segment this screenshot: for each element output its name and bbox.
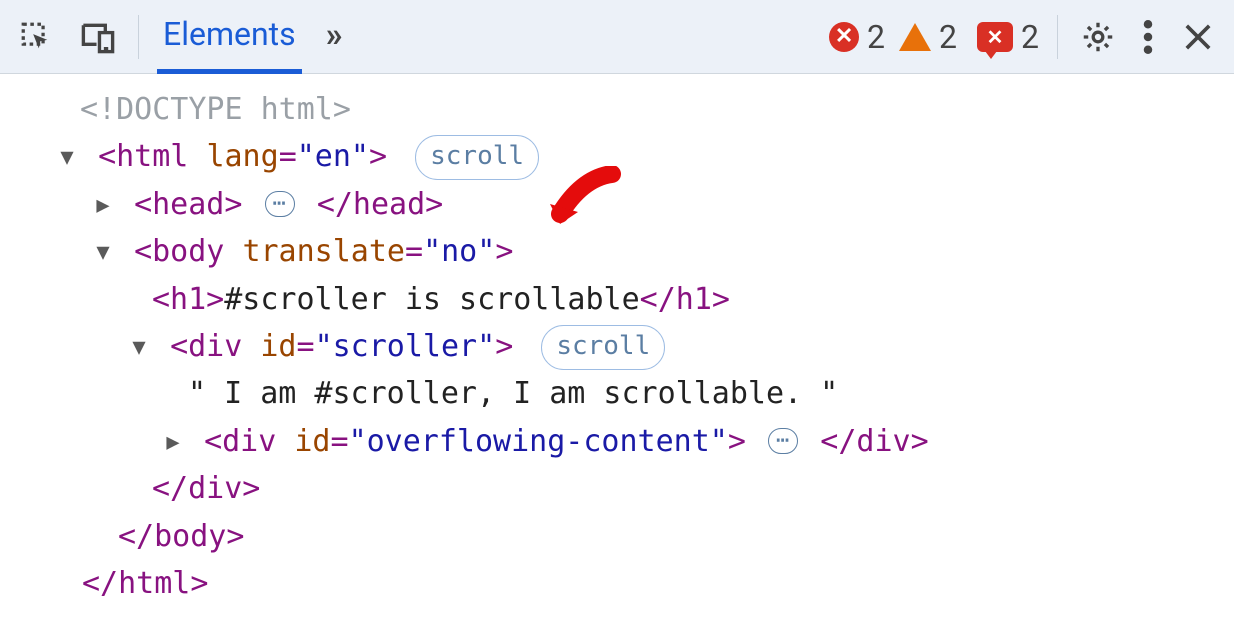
dom-line-head[interactable]: ▶ <head> ⋯ </head> xyxy=(10,181,1224,228)
disclosure-expanded-icon[interactable]: ▼ xyxy=(54,141,80,176)
dom-line-body-close[interactable]: </body> xyxy=(10,513,1224,560)
dom-line-text-node[interactable]: " I am #scroller, I am scrollable. " xyxy=(10,370,1224,417)
settings-button[interactable] xyxy=(1076,15,1120,59)
devices-icon xyxy=(79,20,117,54)
dom-line-html-close[interactable]: </html> xyxy=(10,560,1224,607)
scroll-badge[interactable]: scroll xyxy=(415,135,539,180)
inspect-icon xyxy=(19,20,53,54)
ellipsis-expand[interactable]: ⋯ xyxy=(768,428,798,454)
error-icon: ✕ xyxy=(829,22,859,52)
dom-line-html-open[interactable]: ▼ <html lang="en"> scroll xyxy=(10,133,1224,180)
close-devtools-button[interactable] xyxy=(1176,15,1220,59)
issues-counter[interactable]: ✕ 2 xyxy=(977,18,1039,56)
gear-icon xyxy=(1080,19,1116,55)
tab-elements[interactable]: Elements xyxy=(157,15,302,74)
issues-count: 2 xyxy=(1021,18,1039,56)
warning-icon xyxy=(899,23,931,51)
ellipsis-expand[interactable]: ⋯ xyxy=(265,191,295,217)
disclosure-collapsed-icon[interactable]: ▶ xyxy=(90,189,116,224)
toolbar-separator xyxy=(138,15,139,59)
errors-counter[interactable]: ✕ 2 xyxy=(829,18,885,56)
disclosure-expanded-icon[interactable]: ▼ xyxy=(90,236,116,271)
dom-line-h1[interactable]: <h1>#scroller is scrollable</h1> xyxy=(10,276,1224,323)
toolbar-separator xyxy=(1057,15,1058,59)
warnings-counter[interactable]: 2 xyxy=(899,18,957,56)
devtools-toolbar: Elements » ✕ 2 2 ✕ 2 xyxy=(0,0,1234,74)
scroll-badge[interactable]: scroll xyxy=(541,325,665,370)
kebab-icon xyxy=(1143,20,1153,54)
dom-line-doctype[interactable]: <!DOCTYPE html> xyxy=(10,86,1224,133)
toolbar-left-group xyxy=(14,15,120,59)
more-options-button[interactable] xyxy=(1126,15,1170,59)
device-mode-button[interactable] xyxy=(76,15,120,59)
more-tabs-button[interactable]: » xyxy=(326,15,343,55)
disclosure-collapsed-icon[interactable]: ▶ xyxy=(160,426,186,461)
dom-tree[interactable]: <!DOCTYPE html> ▼ <html lang="en"> scrol… xyxy=(0,74,1234,617)
dom-line-body-open[interactable]: ▼ <body translate="no"> xyxy=(10,228,1224,275)
dom-line-scroller-open[interactable]: ▼ <div id="scroller"> scroll xyxy=(10,323,1224,370)
issue-icon: ✕ xyxy=(977,22,1013,52)
dom-line-scroller-close[interactable]: </div> xyxy=(10,465,1224,512)
dom-line-overflowing[interactable]: ▶ <div id="overflowing-content"> ⋯ </div… xyxy=(10,418,1224,465)
close-icon xyxy=(1184,23,1212,51)
warnings-count: 2 xyxy=(939,18,957,56)
disclosure-expanded-icon[interactable]: ▼ xyxy=(126,331,152,366)
doctype-text: <!DOCTYPE html> xyxy=(80,92,351,127)
errors-count: 2 xyxy=(867,18,885,56)
element-picker-button[interactable] xyxy=(14,15,58,59)
